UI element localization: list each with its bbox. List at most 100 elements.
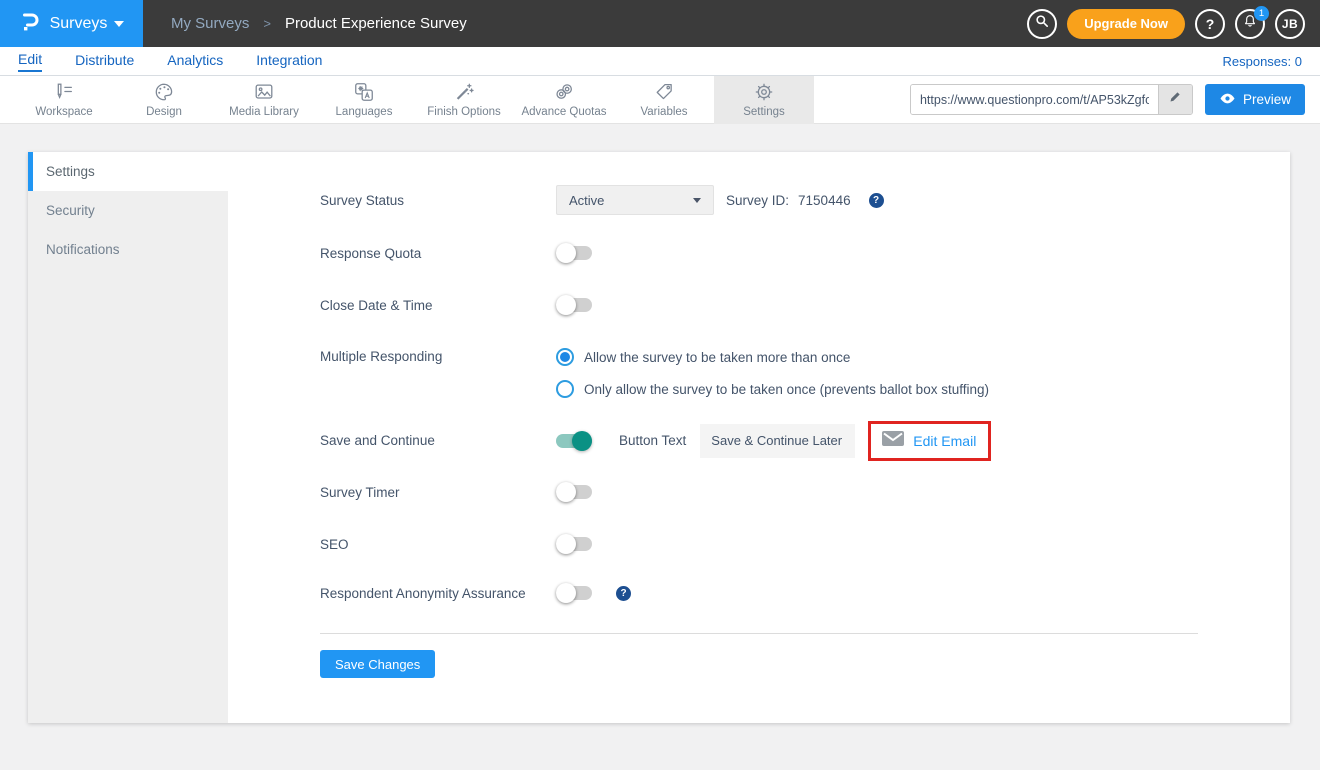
seo-label: SEO [320, 537, 556, 552]
toolbar-item-workspace[interactable]: Workspace [14, 76, 114, 124]
anonymity-help-icon[interactable]: ? [616, 586, 631, 601]
variables-tag-icon [653, 81, 675, 103]
workspace-icon [53, 81, 75, 103]
eye-icon [1219, 92, 1236, 108]
survey-url-group: Preview [910, 84, 1320, 115]
survey-url-box [910, 84, 1193, 115]
tab-analytics[interactable]: Analytics [167, 52, 223, 71]
toggle-knob [556, 583, 576, 603]
save-changes-button[interactable]: Save Changes [320, 650, 435, 678]
preview-button[interactable]: Preview [1205, 84, 1305, 115]
app-window: Surveys My Surveys > Product Experience … [0, 0, 1320, 770]
tab-distribute[interactable]: Distribute [75, 52, 134, 71]
toolbar-item-settings[interactable]: Settings [714, 76, 814, 124]
survey-status-row: Survey Status Active Survey ID: 7150446 … [320, 185, 1290, 215]
survey-url-input[interactable] [911, 85, 1158, 114]
toolbar-item-design[interactable]: Design [114, 76, 214, 124]
media-library-icon [253, 81, 275, 103]
search-icon [1034, 13, 1050, 34]
page-title: Product Experience Survey [285, 15, 467, 32]
edit-email-label: Edit Email [913, 433, 976, 449]
tab-integration[interactable]: Integration [256, 52, 322, 71]
notifications-button[interactable]: 1 [1235, 9, 1265, 39]
toolbar-item-media-library[interactable]: Media Library [214, 76, 314, 124]
survey-id-help-icon[interactable]: ? [869, 193, 884, 208]
breadcrumb-separator-icon: > [263, 16, 271, 31]
breadcrumb: My Surveys > Product Experience Survey [171, 15, 467, 32]
settings-gear-icon [753, 81, 775, 103]
toolbar-item-advance-quotas[interactable]: Advance Quotas [514, 76, 614, 124]
survey-status-label: Survey Status [320, 193, 556, 208]
response-quota-label: Response Quota [320, 246, 556, 261]
dropdown-caret-icon [693, 198, 701, 203]
tab-edit[interactable]: Edit [18, 51, 42, 72]
upgrade-now-button[interactable]: Upgrade Now [1067, 9, 1185, 39]
question-mark-icon: ? [1206, 16, 1215, 32]
settings-panel: Survey Status Active Survey ID: 7150446 … [228, 152, 1290, 723]
survey-status-value: Active [569, 193, 604, 208]
button-text-input[interactable] [700, 424, 855, 458]
anonymity-toggle[interactable] [556, 586, 592, 600]
envelope-icon [882, 431, 904, 451]
edit-toolbar: Workspace Design [0, 76, 1320, 124]
multiple-responding-options: Allow the survey to be taken more than o… [556, 347, 989, 399]
responses-count: Responses: 0 [1223, 54, 1303, 69]
save-continue-row: Save and Continue Button Text Edit Email [320, 420, 1290, 461]
user-avatar[interactable]: JB [1275, 9, 1305, 39]
sidebar-item-notifications[interactable]: Notifications [28, 230, 228, 269]
sidebar-item-settings[interactable]: Settings [28, 152, 228, 191]
survey-timer-row: Survey Timer [320, 482, 1290, 502]
primary-nav: Edit Distribute Analytics Integration Re… [0, 47, 1320, 76]
close-date-toggle[interactable] [556, 298, 592, 312]
button-text-label: Button Text [619, 433, 686, 448]
languages-icon [353, 81, 375, 103]
top-header: Surveys My Surveys > Product Experience … [0, 0, 1320, 47]
survey-id-value: 7150446 [798, 193, 851, 208]
multiple-responding-label: Multiple Responding [320, 347, 556, 364]
toggle-knob [572, 431, 592, 451]
multiple-option-allow[interactable]: Allow the survey to be taken more than o… [556, 347, 989, 367]
edit-url-button[interactable] [1158, 85, 1192, 114]
pencil-icon [1168, 90, 1182, 109]
search-button[interactable] [1027, 9, 1057, 39]
product-switcher[interactable]: Surveys [0, 0, 143, 47]
section-divider [320, 633, 1198, 634]
seo-row: SEO [320, 534, 1290, 554]
toggle-knob [556, 295, 576, 315]
response-quota-row: Response Quota [320, 243, 1290, 263]
help-button[interactable]: ? [1195, 9, 1225, 39]
design-palette-icon [153, 81, 175, 103]
anonymity-label: Respondent Anonymity Assurance [320, 586, 556, 601]
toggle-knob [556, 243, 576, 263]
toolbar-item-variables[interactable]: Variables [614, 76, 714, 124]
notification-badge: 1 [1254, 6, 1269, 21]
save-continue-toggle[interactable] [556, 434, 592, 448]
survey-timer-toggle[interactable] [556, 485, 592, 499]
settings-card: Settings Security Notifications Survey S… [28, 152, 1290, 723]
multiple-option-once[interactable]: Only allow the survey to be taken once (… [556, 379, 989, 399]
toolbar-item-languages[interactable]: Languages [314, 76, 414, 124]
toggle-knob [556, 482, 576, 502]
radio-selected-icon[interactable] [556, 348, 574, 366]
survey-status-dropdown[interactable]: Active [556, 185, 714, 215]
close-date-label: Close Date & Time [320, 298, 556, 313]
edit-email-button[interactable]: Edit Email [868, 421, 991, 461]
anonymity-row: Respondent Anonymity Assurance ? [320, 583, 1290, 603]
survey-timer-label: Survey Timer [320, 485, 556, 500]
close-date-row: Close Date & Time [320, 295, 1290, 315]
avatar-initials: JB [1282, 17, 1298, 31]
header-actions: Upgrade Now ? 1 JB [1027, 9, 1320, 39]
toolbar-item-finish-options[interactable]: Finish Options [414, 76, 514, 124]
seo-toggle[interactable] [556, 537, 592, 551]
advance-quotas-chain-icon [553, 81, 575, 103]
survey-id-label: Survey ID: [726, 193, 789, 208]
settings-sidebar: Settings Security Notifications [28, 152, 228, 723]
sidebar-item-security[interactable]: Security [28, 191, 228, 230]
questionpro-logo-icon [19, 9, 43, 38]
breadcrumb-my-surveys[interactable]: My Surveys [171, 15, 249, 32]
product-name: Surveys [50, 15, 108, 33]
response-quota-toggle[interactable] [556, 246, 592, 260]
finish-options-wand-icon [453, 81, 475, 103]
radio-unselected-icon[interactable] [556, 380, 574, 398]
chevron-down-icon [114, 21, 124, 27]
